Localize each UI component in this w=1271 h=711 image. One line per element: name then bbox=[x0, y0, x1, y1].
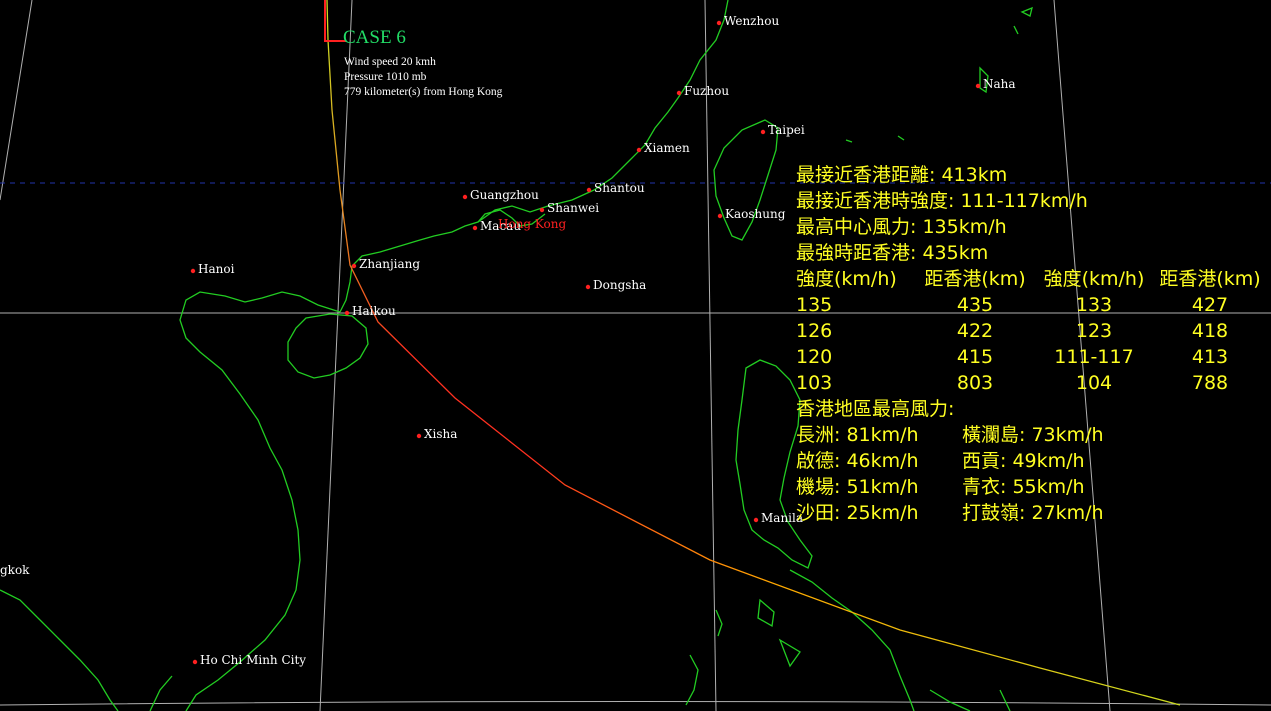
table-cell: 427 bbox=[1191, 294, 1229, 316]
city-label-fuzhou: Fuzhou bbox=[684, 84, 729, 98]
city-dot bbox=[416, 433, 422, 439]
city-label-hong-kong: Hong Kong bbox=[498, 217, 567, 231]
mekong-coast bbox=[149, 675, 173, 711]
station-wind: 啟德: 46km/h bbox=[796, 450, 919, 472]
ryukyu-islet bbox=[897, 135, 905, 141]
hainan-island bbox=[287, 313, 369, 379]
philippine-islands bbox=[999, 689, 1011, 711]
case-title: CASE 6 bbox=[343, 27, 406, 48]
meridian-line bbox=[0, 0, 33, 201]
city-dot bbox=[753, 517, 759, 523]
map-viewport[interactable]: CASE 6 Wind speed 20 kmh Pressure 1010 m… bbox=[0, 0, 1271, 711]
city-dot bbox=[760, 129, 766, 135]
station-wind: 打鼓嶺: 27km/h bbox=[962, 502, 1104, 524]
city-dot bbox=[192, 659, 198, 665]
table-header: 強度(km/h) bbox=[1043, 268, 1145, 290]
closest-intensity: 最接近香港時強度: 111-117km/h bbox=[796, 190, 1088, 212]
table-cell: 413 bbox=[1191, 346, 1229, 368]
meridian-line bbox=[704, 0, 717, 711]
city-label-shanwei: Shanwei bbox=[547, 201, 599, 215]
max-center-wind: 最高中心風力: 135km/h bbox=[796, 216, 1007, 238]
city-dot bbox=[716, 20, 722, 26]
philippine-islands bbox=[778, 638, 801, 668]
philippine-islands bbox=[789, 569, 915, 711]
table-cell: 422 bbox=[956, 320, 994, 342]
closest-distance: 最接近香港距離: 413km bbox=[796, 164, 1008, 186]
meridian-line bbox=[319, 0, 353, 711]
station-wind: 沙田: 25km/h bbox=[796, 502, 919, 524]
city-dot bbox=[676, 90, 682, 96]
case-wind-speed: Wind speed 20 kmh bbox=[344, 56, 436, 68]
city-label-ho-chi-minh-city: Ho Chi Minh City bbox=[200, 653, 306, 667]
case-distance: 779 kilometer(s) from Hong Kong bbox=[344, 86, 503, 98]
city-dot bbox=[585, 284, 591, 290]
city-dot bbox=[472, 225, 478, 231]
city-label-zhanjiang: Zhanjiang bbox=[359, 257, 420, 271]
table-cell: 123 bbox=[1075, 320, 1113, 342]
philippine-islands bbox=[757, 598, 775, 628]
city-label-haikou: Haikou bbox=[352, 304, 396, 318]
city-label-guangzhou: Guangzhou bbox=[470, 188, 539, 202]
station-wind: 長洲: 81km/h bbox=[796, 424, 919, 446]
table-cell: 415 bbox=[956, 346, 994, 368]
philippine-islands bbox=[685, 654, 699, 706]
city-label-kaoshung: Kaoshung bbox=[725, 207, 786, 221]
city-label-dongsha: Dongsha bbox=[593, 278, 646, 292]
case-pressure: Pressure 1010 mb bbox=[344, 71, 427, 83]
station-wind: 西貢: 49km/h bbox=[962, 450, 1085, 472]
taiwan-island bbox=[713, 119, 779, 241]
city-dot bbox=[539, 207, 545, 213]
table-cell: 135 bbox=[796, 294, 833, 316]
table-cell: 120 bbox=[796, 346, 833, 368]
philippine-islands bbox=[929, 689, 971, 711]
intensity-table: 強度(km/h) 距香港(km) 強度(km/h) 距香港(km) 135 43… bbox=[796, 266, 1268, 396]
gulf-of-thailand-coast bbox=[0, 589, 119, 711]
table-cell: 418 bbox=[1191, 320, 1229, 342]
station-wind: 橫瀾島: 73km/h bbox=[962, 424, 1104, 446]
table-cell: 788 bbox=[1191, 372, 1229, 394]
table-header: 距香港(km) bbox=[1159, 268, 1261, 290]
station-wind: 機場: 51km/h bbox=[796, 476, 919, 498]
city-dot bbox=[586, 187, 592, 193]
city-dot bbox=[975, 83, 981, 89]
table-cell: 126 bbox=[796, 320, 833, 342]
city-label-shantou: Shantou bbox=[594, 181, 645, 195]
ryukyu-islet bbox=[1020, 6, 1033, 17]
hk-winds-grid: 長洲: 81km/h 橫瀾島: 73km/h 啟德: 46km/h 西貢: 49… bbox=[796, 422, 1268, 526]
table-cell: 103 bbox=[796, 372, 833, 394]
station-wind: 青衣: 55km/h bbox=[962, 476, 1085, 498]
table-header: 強度(km/h) bbox=[796, 268, 897, 290]
city-label-wenzhou: Wenzhou bbox=[724, 14, 779, 28]
hk-winds-title: 香港地區最高風力: bbox=[796, 398, 955, 420]
table-cell: 803 bbox=[956, 372, 994, 394]
ryukyu-islet bbox=[845, 139, 853, 143]
table-cell: 435 bbox=[956, 294, 994, 316]
ryukyu-islet bbox=[1013, 25, 1019, 35]
city-dot bbox=[351, 263, 357, 269]
city-label-taipei: Taipei bbox=[768, 123, 805, 137]
philippine-islands bbox=[715, 609, 723, 637]
city-label-xisha: Xisha bbox=[424, 427, 457, 441]
city-label-naha: Naha bbox=[983, 77, 1016, 91]
city-dot bbox=[717, 213, 723, 219]
table-cell: 133 bbox=[1075, 294, 1113, 316]
city-label-bangkok: gkok bbox=[0, 563, 30, 577]
city-dot bbox=[190, 268, 196, 274]
table-cell: 111-117 bbox=[1054, 346, 1134, 368]
city-label-hanoi: Hanoi bbox=[198, 262, 235, 276]
strongest-distance: 最強時距香港: 435km bbox=[796, 242, 989, 264]
gulf-of-tonkin-coast bbox=[179, 291, 341, 711]
city-dot bbox=[344, 310, 350, 316]
table-cell: 104 bbox=[1075, 372, 1113, 394]
city-label-xiamen: Xiamen bbox=[644, 141, 690, 155]
city-dot bbox=[462, 194, 468, 200]
typhoon-stats-panel: 最接近香港距離: 413km 最接近香港時強度: 111-117km/h 最高中… bbox=[796, 162, 1268, 526]
city-dot bbox=[636, 147, 642, 153]
table-header: 距香港(km) bbox=[924, 268, 1026, 290]
